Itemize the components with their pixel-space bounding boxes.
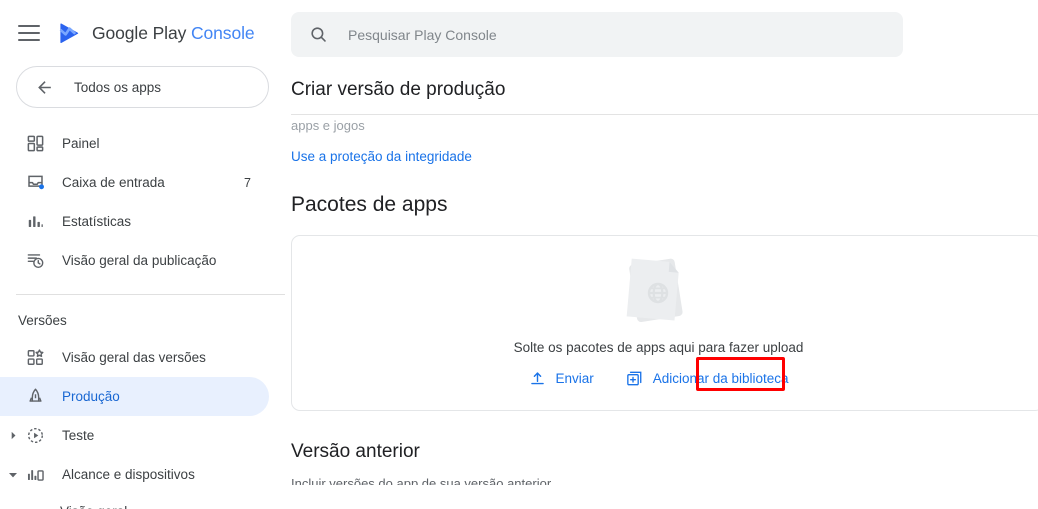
upload-icon <box>528 370 546 388</box>
previous-version-heading: Versão anterior <box>291 441 420 462</box>
reach-devices-icon <box>24 464 46 486</box>
app-bundle-stack-icon <box>615 253 701 331</box>
packages-heading: Pacotes de apps <box>291 193 448 216</box>
scrolled-text-region: apps e jogos <box>291 114 1038 133</box>
bar-chart-icon <box>24 211 46 233</box>
search-input[interactable] <box>348 26 848 43</box>
main-content: Criar versão de produção apps e jogos Us… <box>285 0 1038 509</box>
inbox-icon <box>24 172 46 194</box>
sidebar-item-alcance-e-dispositivos[interactable]: Alcance e dispositivos <box>0 455 269 494</box>
sidebar-item-visao-geral-da-publicacao[interactable]: Visão geral da publicação <box>0 241 269 280</box>
sidebar-item-label: Estatísticas <box>62 214 132 229</box>
play-console-window: Google Play Console Todos os apps Painel… <box>0 0 1038 509</box>
primary-nav-list: Painel Caixa de entrada 7 Estatísticas V… <box>0 124 285 280</box>
inbox-badge-count: 7 <box>244 175 251 190</box>
releases-nav-list: Visão geral das versões Produção Teste A… <box>0 338 285 509</box>
publishing-overview-icon <box>24 250 46 272</box>
integrity-protection-link[interactable]: Use a proteção da integridade <box>291 149 472 164</box>
app-bundle-drop-zone[interactable]: Solte os pacotes de apps aqui para fazer… <box>291 235 1038 411</box>
google-play-logo-icon <box>57 20 83 46</box>
sidebar-item-label: Caixa de entrada <box>62 175 165 190</box>
sidebar-group-title-versoes: Versões <box>18 313 67 328</box>
all-apps-label: Todos os apps <box>74 79 162 95</box>
library-add-icon <box>626 370 644 388</box>
dashboard-icon <box>24 133 46 155</box>
sidebar-item-label: Painel <box>62 136 100 151</box>
hamburger-menu-icon[interactable] <box>18 25 40 41</box>
sidebar-item-estatisticas[interactable]: Estatísticas <box>0 202 269 241</box>
partial-text-apps-e-jogos: apps e jogos <box>291 118 365 133</box>
sidebar-item-caixa-de-entrada[interactable]: Caixa de entrada 7 <box>0 163 269 202</box>
brand-title: Google Play Console <box>92 23 255 44</box>
sidebar-subitem-visao-geral[interactable]: Visão geral <box>0 494 285 509</box>
page-title: Criar versão de produção <box>291 79 506 100</box>
sidebar-item-label: Visão geral das versões <box>62 350 206 365</box>
sidebar-item-label: Alcance e dispositivos <box>62 467 195 482</box>
releases-overview-icon <box>24 347 46 369</box>
caret-right-icon[interactable] <box>6 431 20 440</box>
drop-zone-instruction: Solte os pacotes de apps aqui para fazer… <box>513 339 804 355</box>
sidebar-item-teste[interactable]: Teste <box>0 416 269 455</box>
arrow-left-icon <box>34 77 54 97</box>
sidebar-item-painel[interactable]: Painel <box>0 124 269 163</box>
sidebar: Google Play Console Todos os apps Painel… <box>0 0 285 509</box>
sidebar-item-label: Teste <box>62 428 95 443</box>
search-bar[interactable] <box>291 12 903 57</box>
drop-zone-inner: Solte os pacotes de apps aqui para fazer… <box>513 253 804 394</box>
sidebar-item-producao[interactable]: Produção <box>0 377 269 416</box>
brand-title-primary: Google Play <box>92 22 191 43</box>
add-from-library-button[interactable]: Adicionar da biblioteca <box>615 364 800 394</box>
caret-down-icon[interactable] <box>6 470 20 480</box>
search-icon <box>307 24 329 46</box>
add-from-library-label: Adicionar da biblioteca <box>652 371 789 386</box>
brand-title-secondary: Console <box>191 22 255 43</box>
upload-button[interactable]: Enviar <box>517 364 604 394</box>
all-apps-button[interactable]: Todos os apps <box>16 66 269 108</box>
sidebar-item-visao-geral-das-versoes[interactable]: Visão geral das versões <box>0 338 269 377</box>
test-play-icon <box>24 425 46 447</box>
previous-version-description: Incluir versões do app de sua versão ant… <box>291 476 552 485</box>
upload-button-label: Enviar <box>555 371 594 386</box>
drop-zone-actions: Enviar Adicionar da biblioteca <box>517 364 799 394</box>
sidebar-item-label: Produção <box>62 389 120 404</box>
brand-bar: Google Play Console <box>0 0 285 66</box>
rocket-icon <box>24 386 46 408</box>
content-divider <box>291 114 1038 115</box>
sidebar-item-label: Visão geral da publicação <box>62 253 217 268</box>
